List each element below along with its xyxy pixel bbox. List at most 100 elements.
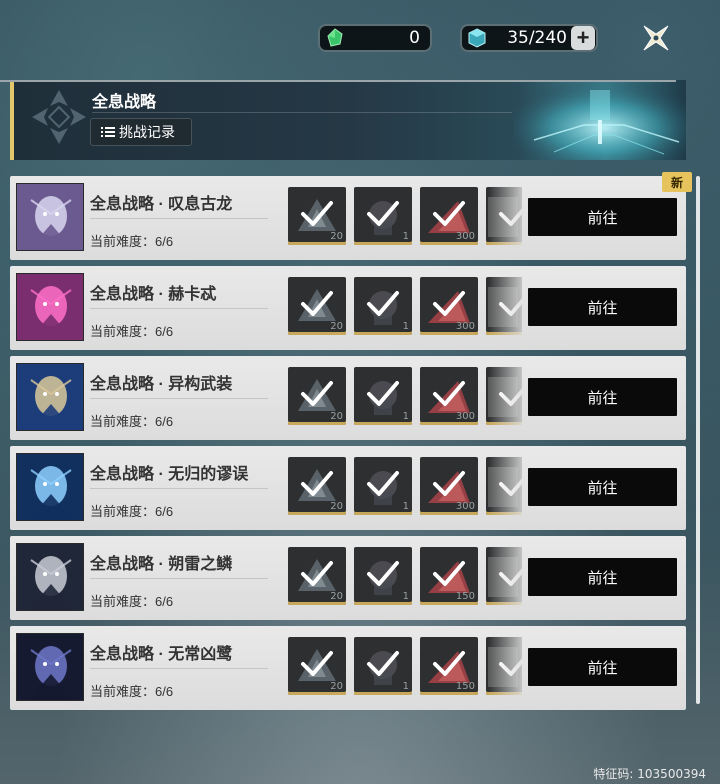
check-icon — [367, 201, 399, 226]
difficulty-value: 6/6 — [155, 684, 174, 699]
stage-card[interactable]: 全息战略 · 无常凶鹭 当前难度：6/6 20 1 150 前往 — [10, 626, 686, 710]
difficulty-value: 6/6 — [155, 324, 174, 339]
difficulty-value: 6/6 — [155, 234, 174, 249]
boss-portrait — [16, 273, 84, 341]
reward-list: 20 1 300 — [288, 187, 522, 247]
stage-title: 全息战略 · 异构武装 — [90, 376, 233, 393]
list-icon — [101, 127, 115, 137]
go-button[interactable]: 前往 — [528, 198, 677, 236]
title-divider — [90, 578, 268, 579]
stage-card[interactable]: 全息战略 · 赫卡忒 当前难度：6/6 20 1 300 前往 — [10, 266, 686, 350]
reward-quantity: 300 — [455, 231, 475, 242]
reward-quantity: 1 — [402, 321, 409, 332]
check-icon — [433, 561, 465, 586]
reward-item[interactable]: 20 — [288, 187, 346, 245]
stage-title: 全息战略 · 无归的谬误 — [90, 466, 249, 483]
difficulty-label: 当前难度： — [90, 324, 156, 339]
stamina-count: 35/240 — [507, 28, 567, 48]
reward-item[interactable]: 1 — [354, 457, 412, 515]
header-banner: 全息战略 挑战记录 — [10, 80, 686, 160]
check-icon — [367, 651, 399, 676]
reward-item[interactable]: 150 — [420, 637, 478, 695]
difficulty-label: 当前难度： — [90, 684, 156, 699]
check-icon — [367, 291, 399, 316]
check-icon — [367, 561, 399, 586]
reward-item[interactable]: 300 — [420, 277, 478, 335]
title-divider — [90, 668, 268, 669]
go-button[interactable]: 前往 — [528, 468, 677, 506]
check-icon — [433, 201, 465, 226]
reward-quantity: 1 — [402, 591, 409, 602]
stage-title: 全息战略 · 叹息古龙 — [90, 196, 233, 213]
reward-item[interactable]: 1 — [354, 547, 412, 605]
reward-quantity: 1 — [402, 501, 409, 512]
stage-card[interactable]: 全息战略 · 朔雷之鳞 当前难度：6/6 20 1 150 前往 — [10, 536, 686, 620]
difficulty-text: 当前难度：6/6 — [90, 501, 173, 520]
reward-item[interactable]: 1 — [354, 187, 412, 245]
stage-card[interactable]: 全息战略 · 叹息古龙 当前难度：6/6 20 1 300 前往 — [10, 176, 686, 260]
difficulty-text: 当前难度：6/6 — [90, 231, 173, 250]
reward-item[interactable]: 20 — [288, 547, 346, 605]
reward-quantity: 150 — [455, 591, 475, 602]
title-divider — [90, 488, 268, 489]
close-button[interactable] — [636, 18, 676, 58]
reward-item[interactable]: 20 — [288, 637, 346, 695]
title-divider — [92, 112, 512, 113]
check-icon — [367, 471, 399, 496]
scrollbar[interactable] — [696, 176, 700, 704]
feature-code: 特征码: 103500394 — [593, 767, 706, 781]
reward-item[interactable]: 1 — [354, 277, 412, 335]
stage-title: 全息战略 · 赫卡忒 — [90, 286, 217, 303]
reward-item[interactable]: 20 — [288, 367, 346, 425]
check-icon — [301, 381, 333, 406]
reward-list: 20 1 300 — [288, 367, 522, 427]
reward-item[interactable]: 20 — [288, 457, 346, 515]
go-button[interactable]: 前往 — [528, 378, 677, 416]
reward-list: 20 1 150 — [288, 637, 522, 697]
reward-list: 20 1 300 — [288, 457, 522, 517]
check-icon — [433, 381, 465, 406]
add-stamina-button[interactable]: + — [571, 26, 595, 50]
currency-stamina[interactable]: 35/240 + — [460, 24, 598, 52]
reward-item[interactable]: 150 — [420, 547, 478, 605]
difficulty-text: 当前难度：6/6 — [90, 321, 173, 340]
reward-quantity: 20 — [330, 501, 343, 512]
go-button[interactable]: 前往 — [528, 288, 677, 326]
check-icon — [301, 561, 333, 586]
check-icon — [301, 291, 333, 316]
stage-title: 全息战略 · 朔雷之鳞 — [90, 556, 233, 573]
reward-fade-overlay — [488, 367, 522, 427]
currency-crystal[interactable]: 0 — [318, 24, 432, 52]
green-crystal-icon — [324, 27, 346, 49]
reward-quantity: 300 — [455, 501, 475, 512]
reward-list: 20 1 150 — [288, 547, 522, 607]
challenge-record-label: 挑战记录 — [119, 124, 175, 140]
stage-list: 全息战略 · 叹息古龙 当前难度：6/6 20 1 300 前往 全息战略 · … — [10, 176, 686, 716]
difficulty-value: 6/6 — [155, 504, 174, 519]
reward-item[interactable]: 20 — [288, 277, 346, 335]
title-divider — [90, 308, 268, 309]
reward-quantity: 150 — [455, 681, 475, 692]
reward-item[interactable]: 300 — [420, 187, 478, 245]
reward-quantity: 1 — [402, 411, 409, 422]
reward-item[interactable]: 300 — [420, 457, 478, 515]
reward-fade-overlay — [488, 187, 522, 247]
stage-card[interactable]: 全息战略 · 异构武装 当前难度：6/6 20 1 300 前往 — [10, 356, 686, 440]
go-button[interactable]: 前往 — [528, 558, 677, 596]
challenge-record-button[interactable]: 挑战记录 — [90, 118, 192, 146]
check-icon — [433, 471, 465, 496]
stage-card[interactable]: 全息战略 · 无归的谬误 当前难度：6/6 20 1 300 前往 — [10, 446, 686, 530]
reward-quantity: 1 — [402, 681, 409, 692]
reward-item[interactable]: 1 — [354, 367, 412, 425]
reward-item[interactable]: 300 — [420, 367, 478, 425]
reward-fade-overlay — [488, 637, 522, 697]
reward-quantity: 20 — [330, 591, 343, 602]
reward-quantity: 300 — [455, 411, 475, 422]
reward-item[interactable]: 1 — [354, 637, 412, 695]
title-divider — [90, 398, 268, 399]
check-icon — [367, 381, 399, 406]
go-button[interactable]: 前往 — [528, 648, 677, 686]
reward-fade-overlay — [488, 277, 522, 337]
reward-quantity: 20 — [330, 681, 343, 692]
difficulty-text: 当前难度：6/6 — [90, 681, 173, 700]
